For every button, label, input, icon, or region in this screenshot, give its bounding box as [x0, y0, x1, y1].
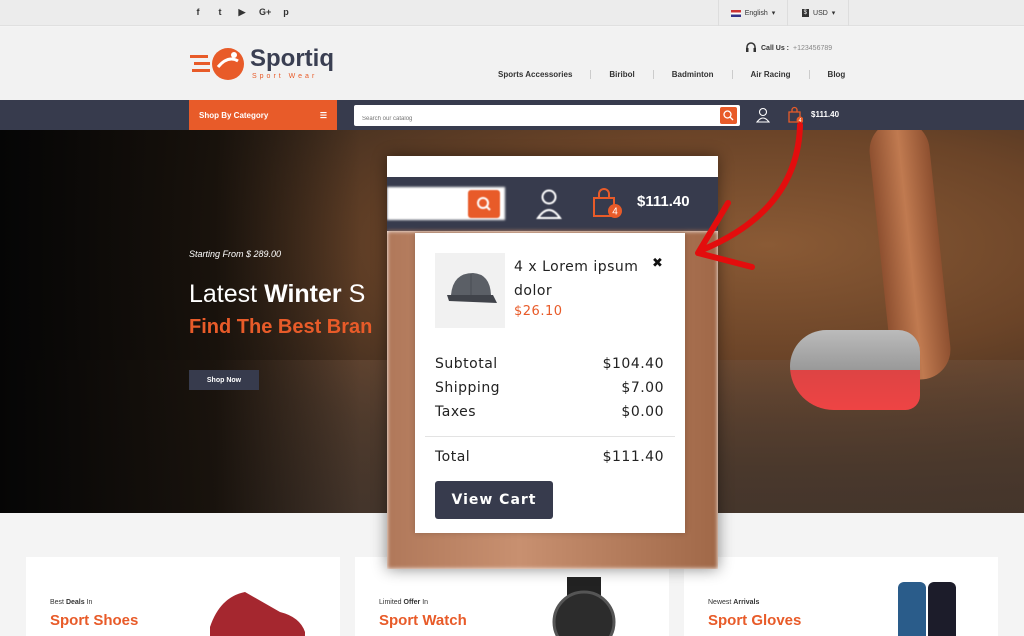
- top-bar: f t ▶ G+ p English ▾ $ USD ▾: [0, 0, 1024, 26]
- youtube-icon[interactable]: ▶: [237, 7, 247, 18]
- main-nav: Sports Accessories Biribol Badminton Air…: [480, 70, 863, 79]
- red-arrow-annotation: [695, 122, 803, 270]
- pretitle-plain: Limited: [379, 599, 404, 606]
- cart-item-price: $26.10: [514, 304, 563, 319]
- cart-icon[interactable]: 4: [592, 187, 622, 219]
- total-value: $111.40: [602, 449, 664, 465]
- sneaker-image: [210, 592, 305, 636]
- search-input[interactable]: [354, 108, 704, 130]
- total-label: Total: [435, 449, 471, 465]
- cart-total[interactable]: $111.40: [811, 110, 839, 119]
- pretitle-plain: Newest: [708, 599, 734, 606]
- cart-count-badge: 4: [612, 207, 618, 218]
- user-icon[interactable]: [536, 188, 562, 220]
- zoomed-header-bar: 4 $111.40: [387, 177, 718, 231]
- zoomed-cart-total[interactable]: $111.40: [637, 193, 690, 210]
- search-icon: [477, 197, 491, 211]
- nav-item-biribol[interactable]: Biribol: [590, 70, 652, 79]
- chevron-down-icon: ▾: [831, 10, 836, 17]
- promo-card-pretitle: Newest Arrivals: [708, 599, 759, 606]
- call-us: Call Us : +123456789: [745, 42, 832, 54]
- currency-selector[interactable]: $ USD ▾: [789, 0, 849, 26]
- pinterest-icon[interactable]: p: [281, 7, 291, 18]
- remove-item-icon[interactable]: ✖: [652, 257, 663, 271]
- hero-headline-light: Latest: [189, 280, 265, 308]
- pretitle-plain: Best: [50, 599, 66, 606]
- call-label: Call Us :: [761, 44, 790, 52]
- shop-by-category-button[interactable]: Shop By Category ☰: [189, 100, 337, 130]
- gloves-image: [898, 582, 956, 636]
- category-search-bar: Shop By Category ☰ 4 $111.40: [0, 100, 1024, 130]
- taxes-value: $0.00: [621, 404, 664, 420]
- promo-card-pretitle: Limited Offer In: [379, 599, 428, 606]
- hero-headline: Latest Winter S: [189, 280, 365, 309]
- shipping-label: Shipping: [435, 380, 501, 396]
- promo-card-pretitle: Best Deals In: [50, 599, 92, 606]
- cap-image: [447, 273, 497, 303]
- social-links: f t ▶ G+ p: [193, 7, 291, 18]
- nav-item-air-racing[interactable]: Air Racing: [731, 70, 809, 79]
- pretitle-bold: Offer: [403, 599, 421, 606]
- pretitle-tail: In: [84, 599, 93, 606]
- promo-card-shoes[interactable]: Best Deals In Sport Shoes: [26, 557, 340, 636]
- subtotal-value: $104.40: [602, 356, 664, 372]
- logo-runner-icon: [190, 48, 244, 80]
- facebook-icon[interactable]: f: [193, 7, 203, 18]
- promo-card-title: Sport Watch: [379, 612, 467, 629]
- total-row: Total $111.40: [435, 449, 664, 465]
- shop-now-button[interactable]: Shop Now: [189, 370, 259, 390]
- header: Sportiq Sport Wear Call Us : +123456789 …: [0, 27, 1024, 100]
- subtotal-row: Subtotal $104.40: [435, 356, 664, 372]
- language-selector[interactable]: English ▾: [718, 0, 788, 26]
- taxes-row: Taxes $0.00: [435, 404, 664, 420]
- cart-dropdown: 4 x Lorem ipsum dolor $26.10 ✖ Subtotal …: [415, 233, 685, 533]
- watch-image: [552, 577, 616, 636]
- shop-by-category-label: Shop By Category: [199, 110, 269, 120]
- subtotal-label: Subtotal: [435, 356, 498, 372]
- shipping-row: Shipping $7.00: [435, 380, 664, 396]
- hero-headline-tail: S: [341, 280, 366, 308]
- logo-text: Sportiq: [250, 45, 334, 72]
- hero-subheadline: Find The Best Bran: [189, 316, 373, 338]
- nav-item-sports-accessories[interactable]: Sports Accessories: [480, 70, 590, 79]
- pretitle-bold: Deals: [65, 599, 85, 606]
- shipping-value: $7.00: [621, 380, 664, 396]
- logo-subtitle: Sport Wear: [252, 73, 318, 80]
- pretitle-bold: Arrivals: [733, 599, 760, 606]
- twitter-icon[interactable]: t: [215, 7, 225, 18]
- logo[interactable]: Sportiq Sport Wear: [190, 45, 340, 85]
- running-shoe-image: [790, 330, 920, 410]
- call-number[interactable]: +123456789: [793, 45, 832, 52]
- dollar-icon: $: [801, 9, 810, 17]
- menu-icon: ☰: [319, 110, 327, 120]
- promo-card-gloves[interactable]: Newest Arrivals Sport Gloves: [684, 557, 998, 636]
- nav-item-blog[interactable]: Blog: [808, 70, 864, 79]
- divider: [425, 436, 675, 437]
- google-plus-icon[interactable]: G+: [259, 7, 271, 18]
- cart-item-name[interactable]: 4 x Lorem ipsum dolor: [514, 255, 654, 303]
- taxes-label: Taxes: [435, 404, 477, 420]
- headset-icon: [746, 42, 756, 52]
- promo-card-title: Sport Shoes: [50, 612, 139, 629]
- language-label: English: [744, 9, 768, 17]
- currency-label: USD: [813, 9, 828, 17]
- cart-item-image: [435, 253, 505, 328]
- hero-price-text: Starting From $ 289.00: [189, 249, 282, 259]
- pretitle-tail: In: [420, 599, 429, 606]
- promo-card-title: Sport Gloves: [708, 612, 802, 629]
- zoomed-search-button[interactable]: [468, 190, 500, 218]
- view-cart-button[interactable]: View Cart: [435, 481, 553, 519]
- search-box: [354, 105, 740, 130]
- chevron-down-icon: ▾: [771, 10, 776, 17]
- cart-zoom-callout: 4 $111.40 4 x Lorem ipsum dolor $26.10 ✖…: [387, 156, 718, 569]
- hero-headline-bold: Winter: [264, 280, 342, 308]
- nav-item-badminton[interactable]: Badminton: [652, 70, 732, 79]
- flag-icon: [730, 9, 741, 17]
